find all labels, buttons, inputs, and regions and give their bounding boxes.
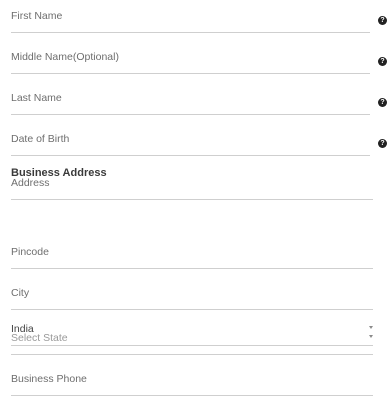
address-underline xyxy=(11,199,373,200)
date-of-birth-help-icon[interactable]: ? xyxy=(378,139,387,148)
country-chevron-down-icon xyxy=(369,326,373,329)
pincode-field[interactable]: Pincode xyxy=(11,245,373,269)
registration-form: First Name ? Middle Name(Optional) ? Las… xyxy=(0,0,387,416)
middle-name-underline xyxy=(11,73,370,74)
state-placeholder: Select State xyxy=(11,332,68,344)
first-name-label: First Name xyxy=(11,10,63,22)
city-label: City xyxy=(11,287,30,299)
pincode-label: Pincode xyxy=(11,246,49,258)
first-name-help-icon[interactable]: ? xyxy=(378,16,387,25)
business-phone-underline xyxy=(11,395,373,396)
state-select[interactable]: Select State xyxy=(11,331,373,355)
first-name-underline xyxy=(11,32,370,33)
city-field[interactable]: City xyxy=(11,286,373,310)
first-name-field[interactable]: First Name xyxy=(11,9,370,33)
last-name-field[interactable]: Last Name xyxy=(11,91,370,115)
middle-name-help-icon[interactable]: ? xyxy=(378,57,387,66)
middle-name-label: Middle Name(Optional) xyxy=(11,51,119,63)
last-name-help-icon[interactable]: ? xyxy=(378,98,387,107)
middle-name-field[interactable]: Middle Name(Optional) xyxy=(11,50,370,74)
state-underline xyxy=(11,354,373,355)
business-phone-label: Business Phone xyxy=(11,373,87,385)
date-of-birth-label: Date of Birth xyxy=(11,133,70,145)
date-of-birth-underline xyxy=(11,155,370,156)
date-of-birth-field[interactable]: Date of Birth xyxy=(11,132,370,156)
city-underline xyxy=(11,309,373,310)
last-name-label: Last Name xyxy=(11,92,62,104)
business-phone-field[interactable]: Business Phone xyxy=(11,372,373,396)
state-chevron-down-icon xyxy=(369,335,373,338)
address-label: Address xyxy=(11,177,50,189)
pincode-underline xyxy=(11,268,373,269)
address-field[interactable]: Address xyxy=(11,176,373,200)
last-name-underline xyxy=(11,114,370,115)
